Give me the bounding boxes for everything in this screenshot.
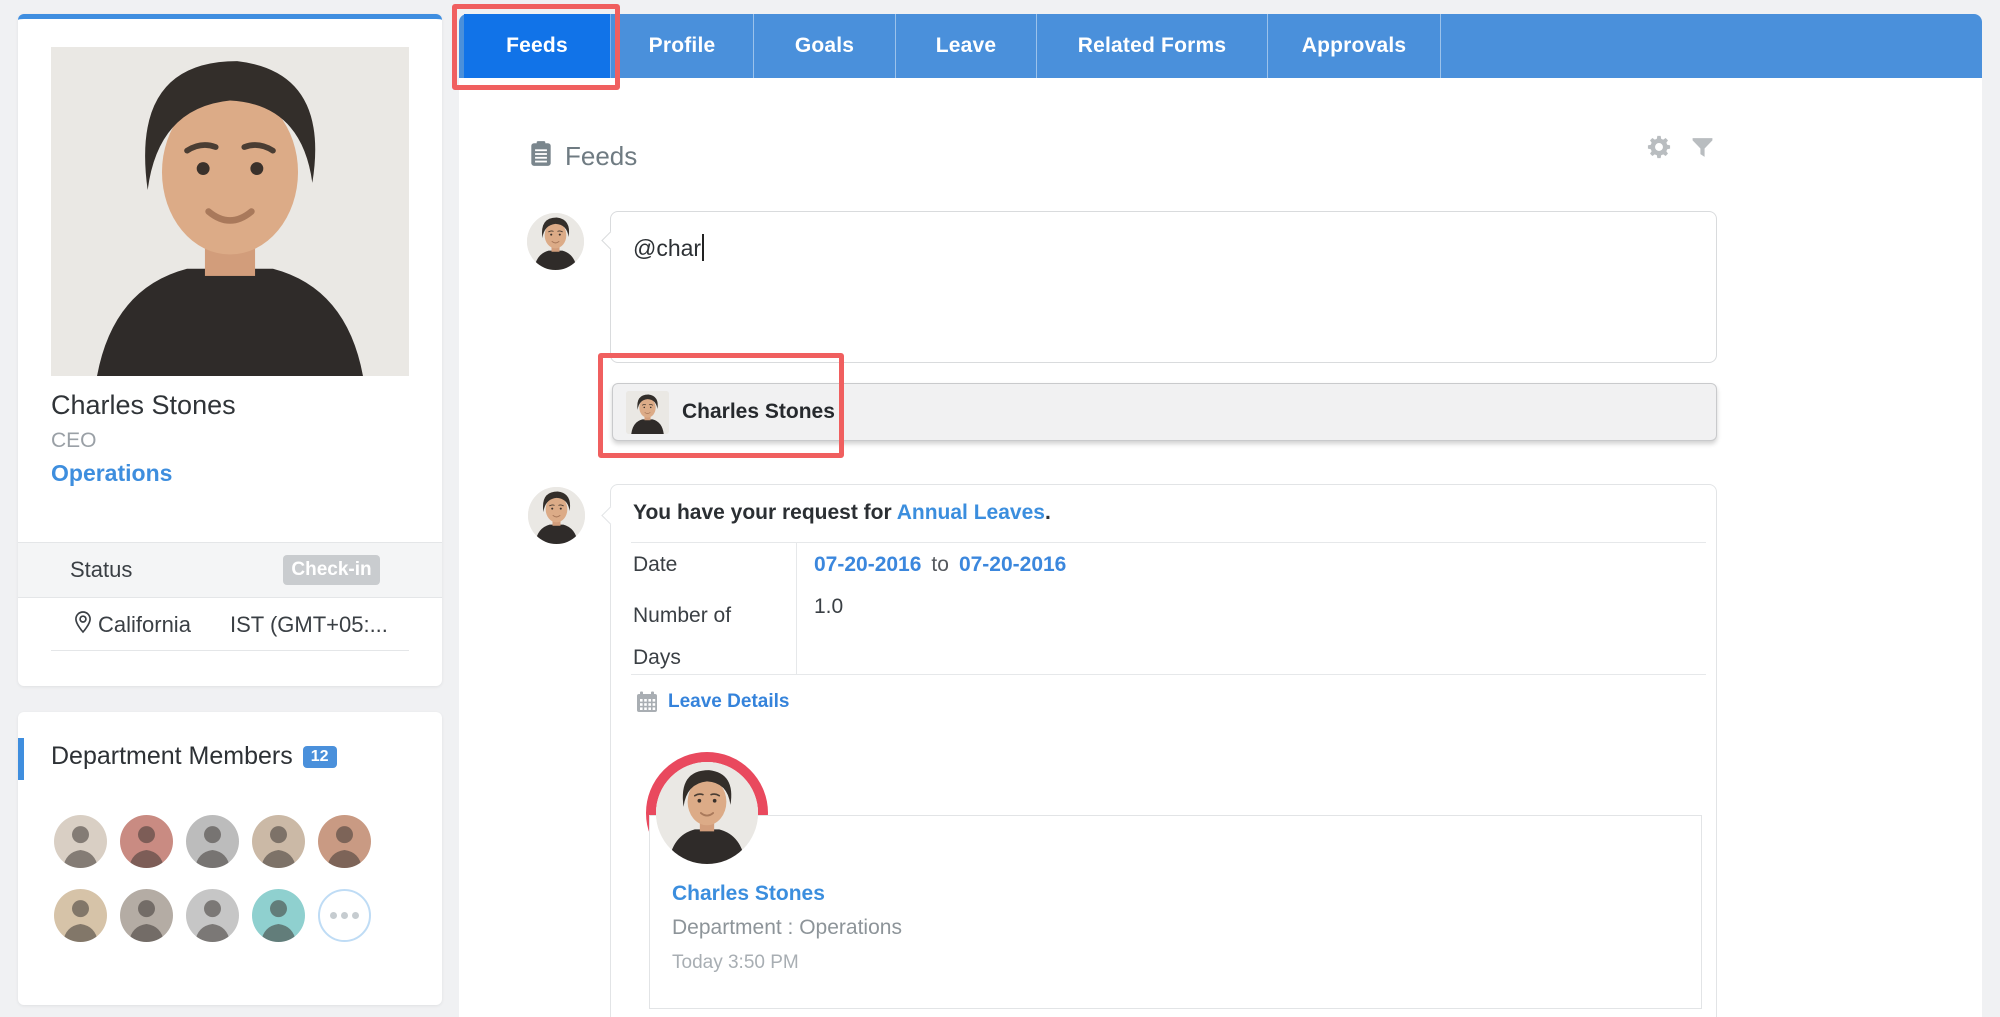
member-avatar[interactable] [54, 815, 107, 868]
timezone-text: IST (GMT+05:... [230, 612, 388, 637]
post-message: You have your request for Annual Leaves. [633, 501, 1051, 525]
date-from-link[interactable]: 07-20-2016 [814, 553, 921, 577]
member-count-badge: 12 [302, 745, 337, 768]
filter-funnel-icon[interactable] [1690, 135, 1715, 165]
tab-approvals[interactable]: Approvals [1268, 14, 1441, 78]
member-avatar[interactable] [186, 889, 239, 942]
tab-goals[interactable]: Goals [754, 14, 896, 78]
mention-suggestion-item[interactable]: Charles Stones [612, 383, 1717, 441]
divider [631, 674, 1706, 675]
leave-author-name-link[interactable]: Charles Stones [672, 882, 825, 906]
check-in-button[interactable]: Check-in [283, 555, 380, 585]
people-profile-page: Feeds Profile Goals Leave Related Forms … [0, 0, 2000, 1017]
member-avatar[interactable] [252, 889, 305, 942]
leave-details-link[interactable]: Leave Details [635, 690, 789, 714]
tab-leave[interactable]: Leave [896, 14, 1037, 78]
more-members-button[interactable] [318, 889, 371, 942]
employee-profile-card: Charles Stones CEO Operations Status Che… [18, 14, 442, 686]
department-members-header: Department Members 12 [51, 742, 337, 771]
leave-request-post: You have your request for Annual Leaves.… [610, 484, 1717, 1017]
days-field-label: Number of Days [633, 604, 732, 669]
tab-feeds[interactable]: Feeds [464, 14, 611, 78]
date-range-value: 07-20-2016 to 07-20-2016 [814, 553, 1066, 577]
feeds-title: Feeds [565, 141, 638, 171]
date-field-label: Date [633, 553, 678, 576]
location-pin-icon [73, 610, 93, 639]
divider [796, 542, 797, 674]
location-row: California IST (GMT+05:... [51, 596, 409, 651]
feeds-clipboard-icon [528, 140, 554, 173]
department-members-title: Department Members [51, 742, 293, 770]
member-avatar[interactable] [252, 815, 305, 868]
member-avatar-row-1 [54, 815, 371, 868]
post-message-suffix: . [1044, 501, 1051, 524]
status-label: Status [70, 557, 133, 582]
annual-leaves-link[interactable]: Annual Leaves [897, 501, 1045, 524]
member-avatar[interactable] [186, 815, 239, 868]
date-to-link[interactable]: 07-20-2016 [959, 553, 1066, 577]
post-timestamp: Today 3:50 PM [672, 952, 799, 973]
department-members-card: Department Members 12 [18, 712, 442, 1005]
mention-avatar [626, 390, 669, 434]
feeds-header: Feeds [528, 140, 637, 173]
divider [631, 542, 1706, 543]
text-caret [702, 234, 705, 261]
section-accent-bar [18, 738, 24, 780]
composer-typed-text: @char [633, 234, 705, 262]
employee-title: CEO [51, 429, 97, 452]
member-avatar[interactable] [318, 815, 371, 868]
employee-photo [51, 47, 409, 376]
leave-author-photo [656, 762, 758, 864]
mention-name: Charles Stones [682, 400, 835, 423]
calendar-icon [637, 691, 657, 712]
days-value: 1.0 [814, 595, 844, 618]
settings-gear-icon[interactable] [1645, 133, 1673, 166]
status-composer-input[interactable]: @char [610, 211, 1717, 363]
post-message-prefix: You have your request for [633, 501, 897, 524]
date-joiner: to [931, 553, 949, 576]
profile-tabbar: Feeds Profile Goals Leave Related Forms … [459, 14, 1982, 78]
leave-author-card: Charles Stones Department : Operations T… [649, 815, 1702, 1009]
member-avatar[interactable] [120, 815, 173, 868]
employee-name: Charles Stones [51, 390, 236, 420]
tab-profile[interactable]: Profile [611, 14, 754, 78]
composer-user-avatar [527, 213, 584, 270]
leave-details-label: Leave Details [668, 691, 790, 712]
employee-department-link[interactable]: Operations [51, 460, 172, 487]
location-text: California [98, 612, 191, 637]
member-avatar[interactable] [120, 889, 173, 942]
leave-author-department: Department : Operations [672, 916, 902, 939]
member-avatar-row-2 [54, 889, 371, 942]
post-author-avatar [528, 487, 585, 544]
member-avatar[interactable] [54, 889, 107, 942]
tab-related-forms[interactable]: Related Forms [1037, 14, 1268, 78]
status-row: Status Check-in [18, 542, 442, 598]
